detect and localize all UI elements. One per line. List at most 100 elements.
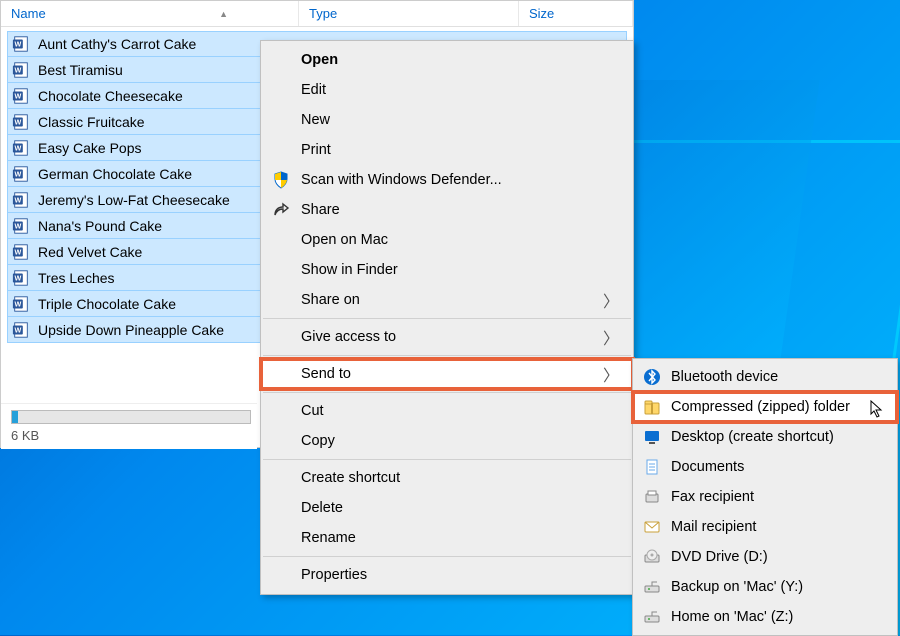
submenu-item-mail-recipient[interactable]: Mail recipient — [633, 512, 897, 542]
drive-status-bar: 6 KB — [1, 403, 257, 449]
shield-icon — [271, 170, 291, 190]
menu-item-give-access-to[interactable]: Give access to〉 — [261, 322, 633, 352]
word-document-icon: W — [12, 139, 30, 157]
menu-item-edit[interactable]: Edit — [261, 75, 633, 105]
menu-item-label: Show in Finder — [301, 262, 398, 278]
submenu-item-bluetooth-device[interactable]: Bluetooth device — [633, 362, 897, 392]
menu-separator — [263, 556, 631, 557]
menu-item-label: Share on — [301, 292, 360, 308]
word-document-icon: W — [12, 243, 30, 261]
menu-item-label: Delete — [301, 500, 343, 516]
file-name-label: German Chocolate Cake — [38, 166, 192, 182]
column-header-row: Name ▲ Type Size — [1, 1, 633, 27]
column-header-name[interactable]: Name ▲ — [1, 1, 299, 26]
svg-text:W: W — [14, 221, 21, 230]
svg-text:W: W — [14, 325, 21, 334]
menu-item-cut[interactable]: Cut — [261, 396, 633, 426]
menu-item-delete[interactable]: Delete — [261, 493, 633, 523]
menu-item-label: Share — [301, 202, 340, 218]
submenu-item-label: Fax recipient — [671, 489, 754, 505]
svg-text:W: W — [14, 273, 21, 282]
menu-separator — [263, 392, 631, 393]
submenu-item-fax-recipient[interactable]: Fax recipient — [633, 482, 897, 512]
submenu-item-compressed-zipped-folder[interactable]: Compressed (zipped) folder — [633, 392, 897, 422]
submenu-item-label: Home on 'Mac' (Z:) — [671, 609, 793, 625]
svg-text:W: W — [14, 247, 21, 256]
column-header-type[interactable]: Type — [299, 1, 519, 26]
drive-progress-fill — [12, 411, 18, 423]
menu-item-label: Rename — [301, 530, 356, 546]
chevron-right-icon: 〉 — [603, 288, 619, 312]
menu-item-share[interactable]: Share — [261, 195, 633, 225]
menu-item-label: Send to — [301, 366, 351, 382]
file-name-label: Upside Down Pineapple Cake — [38, 322, 224, 338]
submenu-item-dvd-drive-d[interactable]: DVD Drive (D:) — [633, 542, 897, 572]
menu-item-create-shortcut[interactable]: Create shortcut — [261, 463, 633, 493]
svg-text:W: W — [14, 117, 21, 126]
menu-item-label: Create shortcut — [301, 470, 400, 486]
submenu-item-documents[interactable]: Documents — [633, 452, 897, 482]
file-name-label: Chocolate Cheesecake — [38, 88, 183, 104]
file-name-label: Best Tiramisu — [38, 62, 123, 78]
word-document-icon: W — [12, 35, 30, 53]
zip-icon — [641, 396, 663, 418]
submenu-item-home-on-mac-z[interactable]: Home on 'Mac' (Z:) — [633, 602, 897, 632]
menu-item-scan-with-windows-defender[interactable]: Scan with Windows Defender... — [261, 165, 633, 195]
submenu-item-label: Compressed (zipped) folder — [671, 399, 850, 415]
word-document-icon: W — [12, 295, 30, 313]
netdrive-icon — [641, 606, 663, 628]
menu-item-label: Edit — [301, 82, 326, 98]
menu-separator — [263, 318, 631, 319]
menu-item-show-in-finder[interactable]: Show in Finder — [261, 255, 633, 285]
file-name-label: Triple Chocolate Cake — [38, 296, 176, 312]
menu-item-label: Open on Mac — [301, 232, 388, 248]
menu-item-new[interactable]: New — [261, 105, 633, 135]
svg-text:W: W — [14, 40, 21, 49]
menu-separator — [263, 355, 631, 356]
file-name-label: Red Velvet Cake — [38, 244, 142, 260]
submenu-item-label: Backup on 'Mac' (Y:) — [671, 579, 803, 595]
menu-item-properties[interactable]: Properties — [261, 560, 633, 590]
menu-item-label: Copy — [301, 433, 335, 449]
menu-item-open-on-mac[interactable]: Open on Mac — [261, 225, 633, 255]
svg-text:W: W — [14, 143, 21, 152]
drive-size-text: 6 KB — [11, 428, 247, 443]
menu-item-copy[interactable]: Copy — [261, 426, 633, 456]
netdrive-icon — [641, 576, 663, 598]
submenu-item-label: Mail recipient — [671, 519, 756, 535]
context-menu: Open Edit New Print Scan with Windows Defend… — [260, 40, 634, 595]
chevron-right-icon: 〉 — [603, 325, 619, 349]
file-name-label: Nana's Pound Cake — [38, 218, 162, 234]
send-to-submenu: Bluetooth device Compressed (zipped) fold… — [632, 358, 898, 636]
word-document-icon: W — [12, 321, 30, 339]
submenu-item-backup-on-mac-y[interactable]: Backup on 'Mac' (Y:) — [633, 572, 897, 602]
svg-text:W: W — [14, 91, 21, 100]
bluetooth-icon — [641, 366, 663, 388]
word-document-icon: W — [12, 269, 30, 287]
menu-separator — [263, 459, 631, 460]
menu-item-print[interactable]: Print — [261, 135, 633, 165]
column-name-label: Name — [11, 6, 46, 21]
file-name-label: Tres Leches — [38, 270, 115, 286]
submenu-item-label: Desktop (create shortcut) — [671, 429, 834, 445]
menu-item-send-to[interactable]: Send to 〉 — [261, 359, 633, 389]
share-icon — [271, 200, 291, 220]
file-name-label: Easy Cake Pops — [38, 140, 142, 156]
menu-item-share-on[interactable]: Share on 〉 — [261, 285, 633, 315]
menu-item-label: New — [301, 112, 330, 128]
word-document-icon: W — [12, 191, 30, 209]
svg-text:W: W — [14, 299, 21, 308]
svg-text:W: W — [14, 195, 21, 204]
menu-item-label: Scan with Windows Defender... — [301, 172, 502, 188]
menu-item-rename[interactable]: Rename — [261, 523, 633, 553]
mail-icon — [641, 516, 663, 538]
column-header-size[interactable]: Size — [519, 1, 633, 26]
file-name-label: Aunt Cathy's Carrot Cake — [38, 36, 196, 52]
menu-item-open[interactable]: Open — [261, 45, 633, 75]
menu-item-label: Cut — [301, 403, 324, 419]
word-document-icon: W — [12, 217, 30, 235]
menu-item-label: Open — [301, 52, 338, 68]
word-document-icon: W — [12, 61, 30, 79]
chevron-right-icon: 〉 — [603, 362, 619, 386]
submenu-item-desktop-create-shortcut[interactable]: Desktop (create shortcut) — [633, 422, 897, 452]
